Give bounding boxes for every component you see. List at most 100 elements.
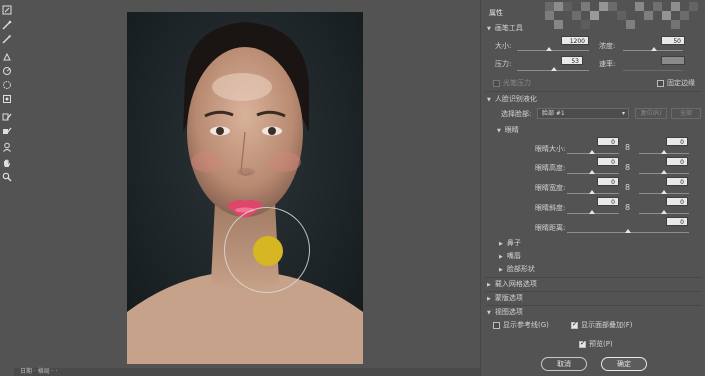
tools-panel [0,0,14,376]
face-shape-header[interactable]: ▶ 脸部形状 [499,265,535,275]
density-input[interactable]: 50 [661,36,685,45]
view-options-header[interactable]: ▼ 视图选项 [487,308,523,318]
pucker-tool-icon[interactable] [1,79,13,91]
mask-options-label: 蒙版选项 [494,294,523,302]
pixelated-area [543,0,705,38]
pressure-input[interactable]: 53 [561,56,583,65]
ok-button[interactable]: 确定 [601,357,647,371]
pin-edges-checkbox[interactable] [657,80,664,87]
canvas-area[interactable] [14,0,480,368]
eye-height-right-input[interactable]: 0 [666,157,688,166]
brush-tools-heading: 画笔工具 [494,24,523,32]
show-guides-checkbox[interactable] [493,322,500,329]
stylus-pressure-checkbox[interactable] [493,80,500,87]
density-label: 浓度: [599,42,616,50]
nose-header[interactable]: ▶ 鼻子 [499,239,521,249]
face-shape-label: 脸部形状 [506,265,535,273]
eyes-header[interactable]: ▼ 眼睛 [497,126,519,136]
brush-tools-header[interactable]: ▼ 画笔工具 [487,24,523,34]
twirl-tool-icon[interactable] [1,65,13,77]
eye-width-right-knob[interactable] [661,190,667,194]
preview-label: 预览(P) [589,340,613,348]
properties-panel: 属性 ▼ 画笔工具 大小: 1200 浓度: 50 压力: 53 速率: 光笔压… [480,0,705,376]
freeze-mask-tool-icon[interactable] [1,125,13,137]
eye-distance-knob[interactable] [625,229,631,233]
eye-tilt-left-knob[interactable] [589,210,595,214]
eye-width-right-input[interactable]: 0 [666,177,688,186]
eye-distance-input[interactable]: 0 [666,217,688,226]
load-mesh-label: 载入网格选项 [494,280,537,288]
eye-tilt-right-input[interactable]: 0 [666,197,688,206]
rate-label: 速率: [599,60,616,68]
eye-height-left-input[interactable]: 0 [597,157,619,166]
nose-label: 鼻子 [506,239,521,247]
forward-warp-tool-icon[interactable] [1,19,13,31]
portrait-photo[interactable] [127,12,363,364]
push-left-tool-icon[interactable] [1,111,13,123]
divider [485,291,702,292]
eye-distance-label: 眼睛距离: [535,224,566,232]
pin-edges-label: 固定边缘 [667,79,695,87]
panel-title: 属性 [489,9,503,17]
smooth-tool-icon[interactable] [1,51,13,63]
eyes-heading: 眼睛 [504,126,519,134]
eye-tilt-label: 眼睛斜度: [535,204,566,212]
load-mesh-header[interactable]: ▶ 载入网格选项 [487,280,537,290]
size-label: 大小: [495,42,512,50]
select-face-label: 选择脸部: [501,110,532,118]
face-tool-icon[interactable] [1,4,13,16]
divider [485,277,702,278]
eye-tilt-right-knob[interactable] [661,210,667,214]
rate-slider-track[interactable] [623,70,683,71]
face-aware-header[interactable]: ▼ 人脸识别液化 [487,95,537,105]
view-options-heading: 视图选项 [494,308,523,316]
pressure-label: 压力: [495,60,512,68]
pressure-slider-knob[interactable] [551,67,557,71]
face-aware-heading: 人脸识别液化 [494,95,537,103]
eye-tilt-left-input[interactable]: 0 [597,197,619,206]
preview-checkbox[interactable] [579,339,586,348]
eye-height-right-knob[interactable] [661,170,667,174]
show-guides-label: 显示参考线(G) [503,321,549,329]
hand-tool-icon[interactable] [1,157,13,169]
link-icon[interactable]: 8 [625,183,630,192]
brush-center-dot [253,236,283,266]
cancel-button[interactable]: 取消 [541,357,587,371]
link-icon[interactable]: 8 [625,203,630,212]
zoom-tool-icon[interactable] [1,171,13,183]
reconstruct-tool-icon[interactable] [1,33,13,45]
eye-size-right-knob[interactable] [661,150,667,154]
rate-input[interactable] [661,56,685,65]
chevron-down-icon: ▾ [621,110,625,117]
mouth-header[interactable]: ▶ 嘴唇 [499,252,521,262]
mouth-label: 嘴唇 [506,252,521,260]
size-slider-knob[interactable] [546,47,552,51]
select-face-value: 脸部 #1 [542,110,565,117]
bloat-tool-icon[interactable] [1,93,13,105]
stylus-pressure-label: 光笔压力 [503,79,531,87]
show-face-overlay-checkbox[interactable] [571,320,578,329]
eye-height-label: 眼睛高度: [535,164,566,172]
select-face-dropdown[interactable]: 脸部 #1 ▾ [537,108,629,119]
face-select-tool-icon[interactable] [1,141,13,153]
size-input[interactable]: 1200 [561,36,589,45]
divider [485,305,702,306]
show-face-overlay-label: 显示面部叠加(F) [581,321,633,329]
eye-size-left-knob[interactable] [589,150,595,154]
eye-width-left-knob[interactable] [589,190,595,194]
eye-width-label: 眼睛宽度: [535,184,566,192]
eye-size-left-input[interactable]: 0 [597,137,619,146]
eye-height-left-knob[interactable] [589,170,595,174]
eye-width-left-input[interactable]: 0 [597,177,619,186]
density-slider-knob[interactable] [651,47,657,51]
link-icon[interactable]: 8 [625,143,630,152]
eye-size-label: 眼睛大小: [535,145,566,153]
all-button[interactable]: 全部 [671,108,701,119]
divider [485,91,702,92]
size-slider-track[interactable] [517,50,589,51]
eye-size-right-input[interactable]: 0 [666,137,688,146]
reset-button[interactable]: 复位(R) [635,108,667,119]
status-bar: 日期 · 格局 · · [14,368,480,376]
link-icon[interactable]: 8 [625,163,630,172]
mask-options-header[interactable]: ▶ 蒙版选项 [487,294,523,304]
